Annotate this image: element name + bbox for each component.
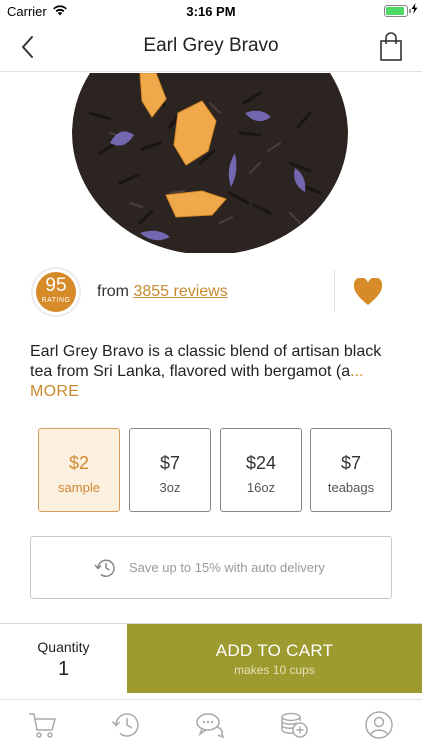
option-size: 16oz — [246, 480, 276, 495]
quantity-value: 1 — [57, 658, 70, 680]
reviews-prefix: from — [97, 283, 129, 300]
quantity-label: Quantity — [37, 639, 90, 655]
cart-bar: Quantity 1 ADD TO CART makes 10 cups — [0, 623, 422, 693]
product-description: Earl Grey Bravo is a classic blend of ar… — [30, 342, 396, 382]
more-link[interactable]: MORE — [30, 383, 79, 401]
option-size: teabags — [327, 480, 375, 495]
shopping-bag-icon[interactable] — [378, 32, 404, 62]
charging-icon — [411, 3, 418, 14]
option-teabags[interactable]: $7 teabags — [310, 428, 392, 512]
option-sample[interactable]: $2 sample — [38, 428, 120, 512]
option-price: $2 — [68, 453, 90, 473]
chat-icon[interactable] — [195, 710, 225, 740]
favorite-heart-icon[interactable] — [353, 278, 383, 306]
size-options: $2 sample $7 3oz $24 16oz $7 teabags — [38, 428, 392, 512]
reviews-link[interactable]: 3855 reviews — [133, 283, 227, 300]
option-16oz[interactable]: $24 16oz — [220, 428, 302, 512]
rating-label: RATING — [41, 297, 71, 304]
reviews-summary: from 3855 reviews — [97, 283, 228, 301]
add-to-cart-button[interactable]: ADD TO CART makes 10 cups — [127, 624, 422, 693]
cart-icon[interactable] — [27, 710, 57, 740]
option-price: $7 — [340, 453, 362, 473]
option-size: 3oz — [159, 480, 181, 495]
rating-circle: 95 RATING — [36, 272, 76, 312]
option-price: $7 — [159, 453, 181, 473]
description-ellipsis: ... — [350, 363, 364, 380]
description-text: Earl Grey Bravo is a classic blend of ar… — [30, 343, 382, 380]
nav-bar: Earl Grey Bravo — [0, 22, 422, 72]
add-to-cart-subtext: makes 10 cups — [234, 663, 315, 677]
divider — [334, 270, 335, 312]
quantity-selector[interactable]: Quantity 1 — [0, 624, 127, 693]
option-price: $24 — [245, 453, 277, 473]
rating-score: 95 — [45, 275, 67, 296]
product-image — [72, 73, 348, 253]
profile-icon[interactable] — [364, 710, 394, 740]
option-3oz[interactable]: $7 3oz — [129, 428, 211, 512]
status-bar: Carrier 3:16 PM — [0, 0, 422, 22]
battery-icon — [384, 5, 411, 17]
coins-icon[interactable] — [279, 710, 309, 740]
add-to-cart-label: ADD TO CART — [215, 641, 334, 660]
rating-badge: 95 RATING — [31, 267, 81, 317]
battery-level — [386, 7, 404, 15]
option-size: sample — [58, 480, 100, 495]
history-icon[interactable] — [111, 710, 141, 740]
page-title: Earl Grey Bravo — [143, 35, 279, 56]
status-time: 3:16 PM — [186, 4, 236, 19]
history-clock-icon — [94, 559, 115, 577]
tab-bar — [0, 699, 422, 750]
auto-delivery-button[interactable]: Save up to 15% with auto delivery — [30, 536, 392, 599]
auto-delivery-text: Save up to 15% with auto delivery — [129, 560, 325, 575]
